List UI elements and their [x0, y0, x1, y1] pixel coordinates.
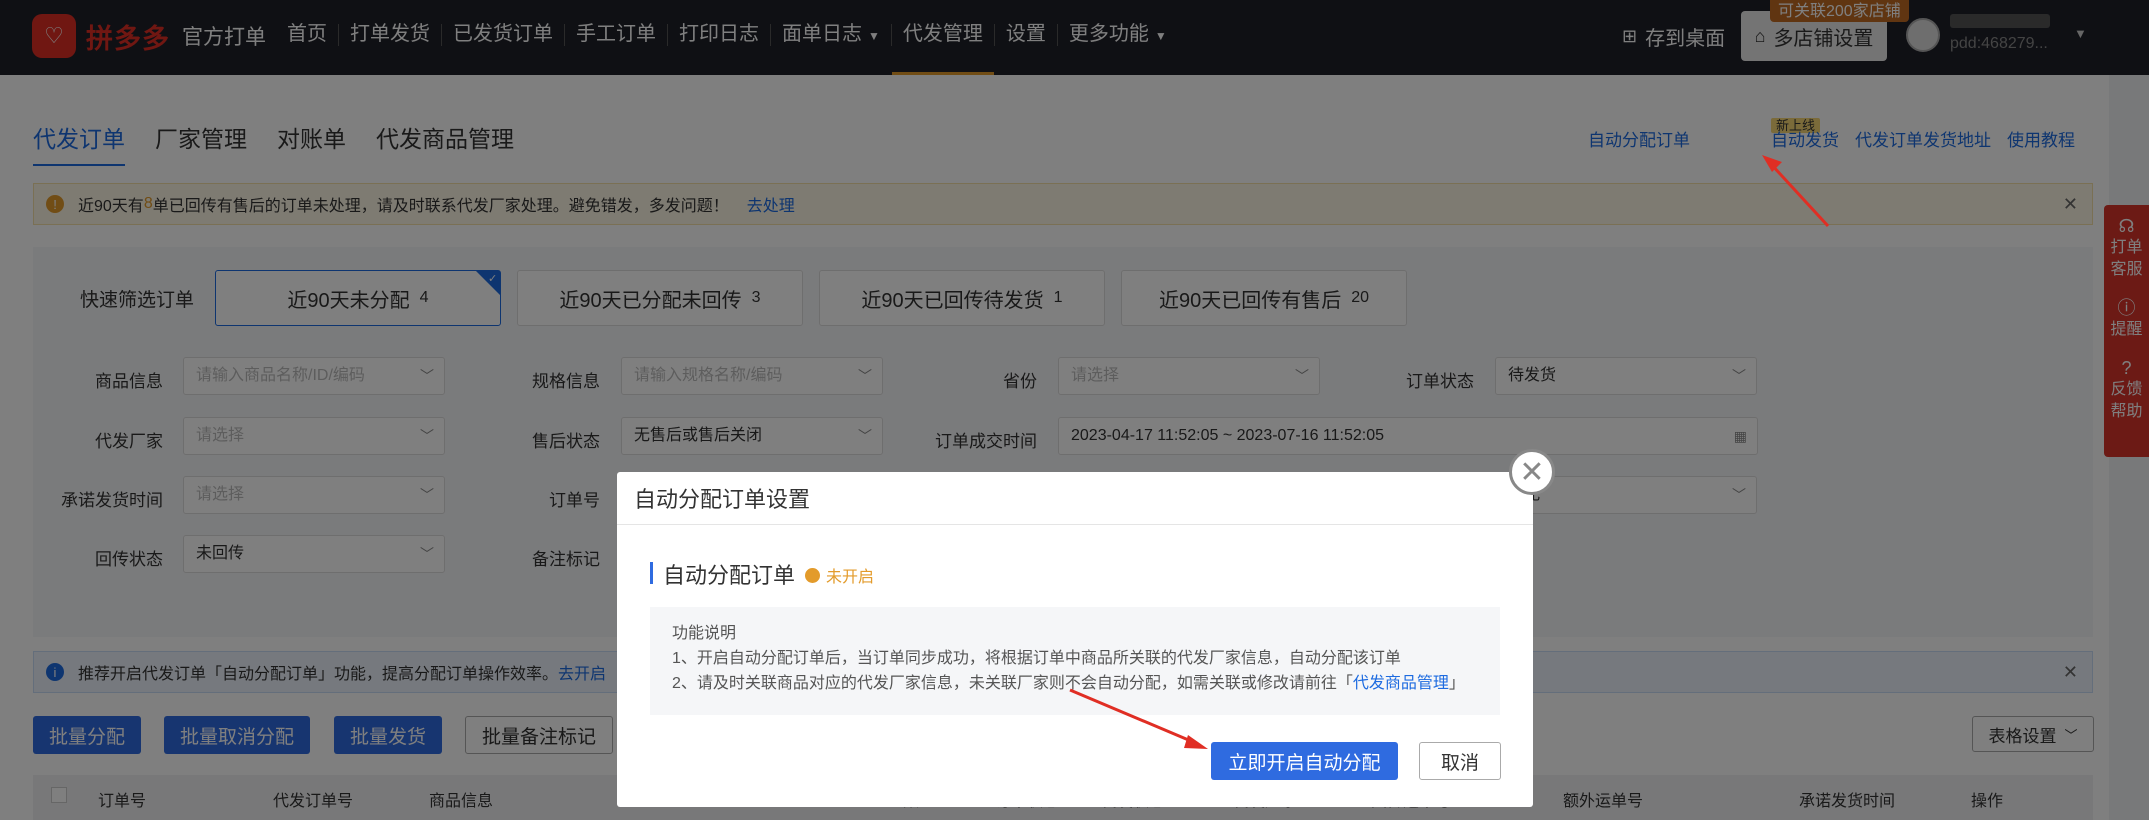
- desc-2-prefix: 2、请及时关联商品对应的代发厂家信息，未关联厂家则不会自动分配，如需关联或修改请…: [672, 675, 1353, 692]
- desc-2-suffix: 」: [1448, 675, 1465, 692]
- status-text: 未开启: [826, 569, 875, 586]
- enable-auto-assign-button[interactable]: 立即开启自动分配: [1211, 742, 1398, 780]
- cancel-button[interactable]: 取消: [1419, 742, 1501, 780]
- modal-divider: [617, 524, 1533, 525]
- desc-line-2: 2、请及时关联商品对应的代发厂家信息，未关联厂家则不会自动分配，如需关联或修改请…: [672, 671, 1478, 696]
- modal-title: 自动分配订单设置: [634, 487, 811, 512]
- status-badge: 未开启: [805, 563, 874, 587]
- section-accent: [650, 562, 653, 584]
- description-box: 功能说明 1、开启自动分配订单后，当订单同步成功，将根据订单中商品所关联的代发厂…: [650, 607, 1500, 715]
- desc-line-1: 1、开启自动分配订单后，当订单同步成功，将根据订单中商品所关联的代发厂家信息，自…: [672, 650, 1401, 667]
- clock-icon: [805, 567, 820, 583]
- close-icon[interactable]: ✕: [1509, 449, 1555, 495]
- desc-title: 功能说明: [672, 625, 737, 642]
- auto-assign-modal: 自动分配订单设置 ✕ 自动分配订单 未开启 功能说明 1、开启自动分配订单后，当…: [617, 449, 1555, 807]
- section-title: 自动分配订单: [663, 563, 796, 588]
- dropship-products-link[interactable]: 代发商品管理: [1353, 675, 1449, 692]
